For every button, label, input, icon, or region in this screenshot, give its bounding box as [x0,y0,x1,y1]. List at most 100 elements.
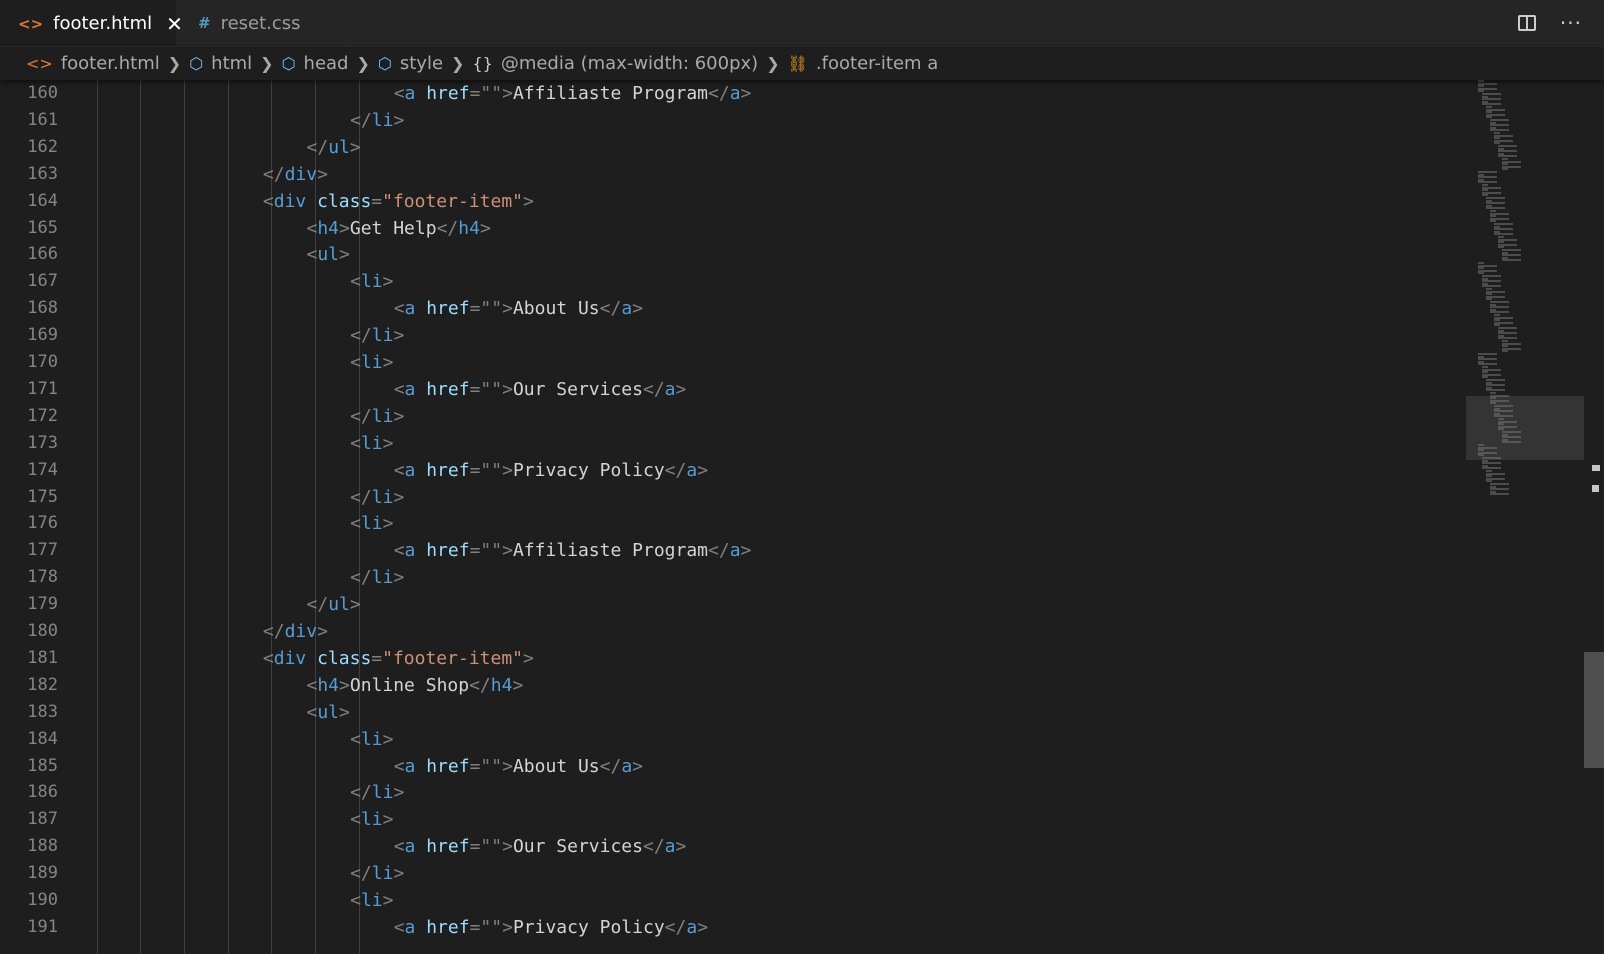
code-line[interactable]: 172 </li> [0,403,1460,430]
code-line[interactable]: 177 <a href="">Affiliaste Program</a> [0,537,1460,564]
code-line[interactable]: 166 <ul> [0,241,1460,268]
code-text: <li> [350,887,393,914]
code-token: =""> [469,83,513,104]
code-line[interactable]: 160 <a href="">Affiliaste Program</a> [0,80,1460,107]
tab-footer-html[interactable]: <> footer.html ✕ [0,0,183,46]
code-editor[interactable]: 160 <a href="">Affiliaste Program</a> 161 <… [0,80,1604,954]
code-line[interactable]: 168 <a href="">About Us</a> [0,295,1460,322]
code-token: > [523,190,534,212]
breadcrumb-item-selector[interactable]: ⛓ .footer-item a [788,53,939,74]
code-token: > [339,217,350,239]
breadcrumb-item-file[interactable]: <> footer.html [0,53,160,74]
code-line[interactable]: 182 <h4>Online Shop</h4> [0,672,1460,699]
code-text: </div> [263,161,328,188]
code-line[interactable]: 162 </ul> [0,134,1460,161]
code-text: <a href="">Our Services</a> [394,833,687,860]
code-token: > [393,782,405,804]
code-token: </ [262,621,285,642]
code-token: </ [642,378,665,400]
line-number: 167 [27,271,58,292]
tab-reset-css[interactable]: # reset.css [176,0,350,46]
code-line[interactable]: 188 <a href="">Our Services</a> [0,833,1460,860]
code-token: < [306,701,318,723]
code-token: li [371,863,394,885]
chevron-right-icon: ❯ [260,54,274,73]
code-line[interactable]: 187 <li> [0,806,1460,833]
css-file-icon: # [198,14,211,32]
code-token: > [740,83,752,104]
code-line[interactable]: 170 <li> [0,349,1460,376]
code-token: class [317,647,372,669]
chevron-right-icon: ❯ [167,54,182,73]
code-token: ul [328,136,350,158]
html-file-icon: <> [18,14,44,33]
code-line[interactable]: 184 <li> [0,726,1460,753]
split-editor-icon[interactable] [1517,15,1536,31]
breadcrumb-item-media[interactable]: {} @media (max-width: 600px) [472,53,758,74]
breadcrumb-label: style [399,53,444,74]
code-token: class [317,190,372,212]
code-line[interactable]: 165 <h4>Get Help</h4> [0,215,1460,242]
code-token: li [371,109,394,131]
selector-icon: ⛓ [787,54,808,73]
code-text: <a href="">Our Services</a> [394,376,687,403]
code-line[interactable]: 181 <div class="footer-item"> [0,645,1460,672]
code-token: =""> [469,836,513,858]
code-token: > [697,916,709,938]
code-line[interactable]: 164 <div class="footer-item"> [0,188,1460,215]
code-line[interactable]: 186 </li> [0,779,1460,806]
code-token: < [350,728,361,750]
code-token: > [740,540,752,562]
scrollbar-thumb[interactable] [1584,652,1604,768]
code-line[interactable]: 185 <a href="">About Us</a> [0,753,1460,780]
vertical-scrollbar[interactable] [1584,80,1604,954]
code-token: "footer-item" [382,647,524,669]
code-line[interactable]: 175 </li> [0,484,1460,511]
tab-bar: <> footer.html ✕ # reset.css ··· [0,0,1604,47]
code-token: Affiliaste Program [512,540,709,562]
code-line[interactable]: 163 </div> [0,161,1460,188]
breadcrumb-item-style[interactable]: ⬡ style [378,53,443,74]
code-line[interactable]: 174 <a href="">Privacy Policy</a> [0,457,1460,484]
code-line[interactable]: 171 <a href="">Our Services</a> [0,376,1460,403]
code-token: < [393,540,405,562]
breadcrumb-item-html[interactable]: ⬡ html [189,53,252,74]
code-text: <h4>Get Help</h4> [307,215,491,242]
code-text: <li> [350,726,393,753]
editor-actions: ··· [1517,0,1582,46]
breadcrumb-item-head[interactable]: ⬡ head [282,53,349,74]
line-number: 181 [27,647,58,668]
code-token: li [371,325,394,347]
more-actions-icon[interactable]: ··· [1560,11,1582,35]
code-line[interactable]: 189 </li> [0,860,1460,887]
code-token: > [393,567,405,589]
code-line[interactable]: 183 <ul> [0,699,1460,726]
code-token: </ [350,325,372,347]
line-number: 169 [27,325,58,346]
code-token: </ [708,83,730,104]
code-token: > [675,378,687,400]
code-token: a [686,459,698,481]
line-number: 182 [27,674,58,695]
code-line[interactable]: 161 </li> [0,107,1460,134]
code-line[interactable]: 190 <li> [0,887,1460,914]
code-token: < [393,83,405,104]
code-line[interactable]: 167 <li> [0,268,1460,295]
code-line[interactable]: 179 </ul> [0,591,1460,618]
code-text: </li> [350,403,404,430]
breadcrumb-label: footer.html [60,53,160,74]
code-token: < [262,647,274,669]
code-line[interactable]: 180 </div> [0,618,1460,645]
line-number: 174 [27,459,58,480]
code-line[interactable]: 191 <a href="">Privacy Policy</a> [0,914,1460,941]
code-line[interactable]: 178 </li> [0,564,1460,591]
code-token: About Us [512,755,600,777]
code-line[interactable]: 173 <li> [0,430,1460,457]
code-token: href [426,298,470,320]
minimap-slider[interactable] [1466,396,1584,460]
code-line[interactable]: 169 </li> [0,322,1460,349]
code-token: </ [306,136,329,158]
code-line[interactable]: 176 <li> [0,510,1460,537]
